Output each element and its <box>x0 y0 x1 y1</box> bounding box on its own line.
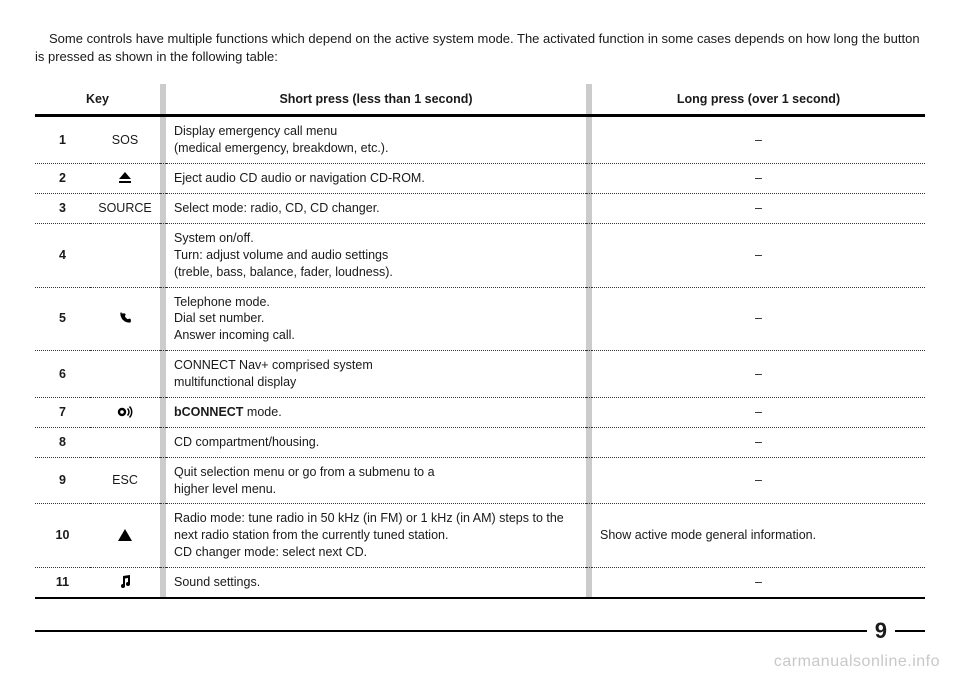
key-label <box>90 504 160 568</box>
short-press: Telephone mode.Dial set number.Answer in… <box>166 287 586 351</box>
table-row: 6 CONNECT Nav+ comprised systemmultifunct… <box>35 351 925 398</box>
key-label: SOURCE <box>90 194 160 224</box>
key-number: 8 <box>35 427 90 457</box>
table-row: 7 bCONNECT mode.– <box>35 397 925 427</box>
eject-icon <box>118 170 132 185</box>
short-press: Quit selection menu or go from a submenu… <box>166 457 586 504</box>
key-number: 3 <box>35 194 90 224</box>
short-press: Eject audio CD audio or navigation CD-RO… <box>166 164 586 194</box>
long-press: – <box>592 164 925 194</box>
table-row: 3SOURCESelect mode: radio, CD, CD change… <box>35 194 925 224</box>
key-label <box>90 223 160 287</box>
table-row: 5 Telephone mode.Dial set number.Answer i… <box>35 287 925 351</box>
long-press: – <box>592 397 925 427</box>
short-press: Radio mode: tune radio in 50 kHz (in FM)… <box>166 504 586 568</box>
table-row: 10 Radio mode: tune radio in 50 kHz (in F… <box>35 504 925 568</box>
short-press: CONNECT Nav+ comprised systemmultifuncti… <box>166 351 586 398</box>
table-row: 8 CD compartment/housing.– <box>35 427 925 457</box>
table-row: 11 Sound settings.– <box>35 568 925 598</box>
key-number: 9 <box>35 457 90 504</box>
key-number: 2 <box>35 164 90 194</box>
key-number: 1 <box>35 116 90 164</box>
short-press: bCONNECT mode. <box>166 397 586 427</box>
key-label <box>90 397 160 427</box>
long-press: – <box>592 116 925 164</box>
long-press: – <box>592 427 925 457</box>
key-number: 10 <box>35 504 90 568</box>
short-press: Display emergency call menu(medical emer… <box>166 116 586 164</box>
long-press: – <box>592 457 925 504</box>
key-number: 11 <box>35 568 90 598</box>
key-number: 6 <box>35 351 90 398</box>
triangle-up-icon <box>118 527 132 542</box>
key-label <box>90 351 160 398</box>
long-press: – <box>592 223 925 287</box>
table-row: 2 Eject audio CD audio or navigation CD-R… <box>35 164 925 194</box>
key-label: ESC <box>90 457 160 504</box>
table-row: 9ESCQuit selection menu or go from a sub… <box>35 457 925 504</box>
key-number: 5 <box>35 287 90 351</box>
footer-line <box>895 630 925 632</box>
long-press: Show active mode general information. <box>592 504 925 568</box>
speaker-icon <box>117 404 133 419</box>
table-row: 1SOSDisplay emergency call menu(medical … <box>35 116 925 164</box>
controls-table: Key Short press (less than 1 second) Lon… <box>35 84 925 599</box>
long-press: – <box>592 287 925 351</box>
intro-text: Some controls have multiple functions wh… <box>35 30 925 66</box>
short-press: CD compartment/housing. <box>166 427 586 457</box>
table-row: 4 System on/off.Turn: adjust volume and a… <box>35 223 925 287</box>
key-label <box>90 427 160 457</box>
page-footer: 9 <box>35 618 925 644</box>
key-label: SOS <box>90 116 160 164</box>
header-short: Short press (less than 1 second) <box>166 84 586 116</box>
phone-icon <box>118 310 132 325</box>
watermark: carmanualsonline.info <box>774 653 940 671</box>
page-number: 9 <box>875 618 887 644</box>
long-press: – <box>592 351 925 398</box>
header-long: Long press (over 1 second) <box>592 84 925 116</box>
footer-line <box>35 630 867 632</box>
key-number: 7 <box>35 397 90 427</box>
key-label <box>90 568 160 598</box>
key-label <box>90 164 160 194</box>
short-press: Select mode: radio, CD, CD changer. <box>166 194 586 224</box>
long-press: – <box>592 194 925 224</box>
key-label <box>90 287 160 351</box>
short-press: Sound settings. <box>166 568 586 598</box>
short-press: System on/off.Turn: adjust volume and au… <box>166 223 586 287</box>
header-key: Key <box>35 84 160 116</box>
key-number: 4 <box>35 223 90 287</box>
note-icon <box>118 574 132 589</box>
long-press: – <box>592 568 925 598</box>
